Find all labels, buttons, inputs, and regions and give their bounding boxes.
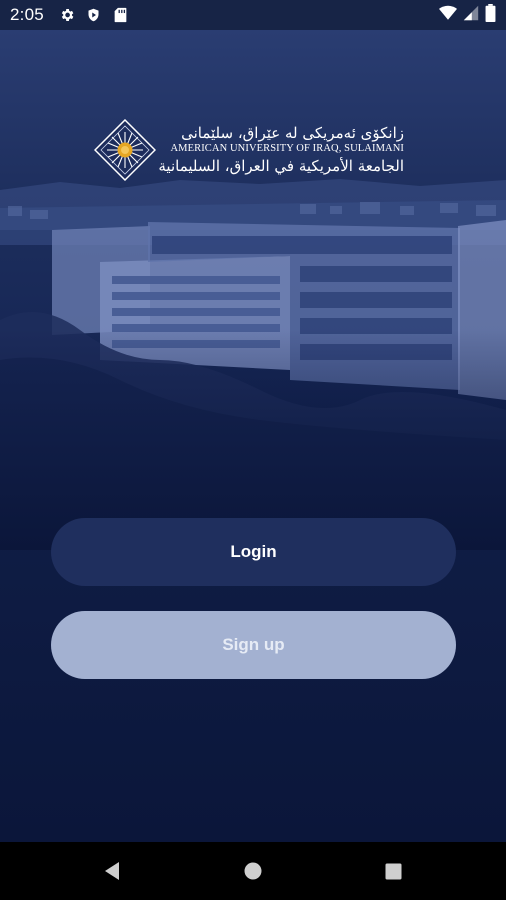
home-button[interactable] [223, 842, 283, 900]
welcome-screen: زانكۆی ئەمریكی لە عێراق، سلێمانی AMERICA… [0, 30, 506, 842]
status-right [439, 3, 496, 27]
logo-arabic-name: الجامعة الأمريكية في العراق، السليمانية [158, 157, 404, 175]
back-button[interactable] [82, 842, 142, 900]
battery-icon [485, 3, 496, 27]
shield-icon [85, 6, 103, 24]
campus-background-image [0, 179, 506, 550]
cell-signal-icon [463, 5, 479, 26]
recents-icon [385, 863, 401, 879]
status-bar: 2:05 [0, 0, 506, 30]
status-time: 2:05 [10, 5, 44, 24]
login-button[interactable]: Login [51, 518, 456, 586]
sd-card-icon [112, 6, 130, 24]
signup-button[interactable]: Sign up [51, 611, 456, 679]
university-logo: زانكۆی ئەمریكی لە عێراق، سلێمانی AMERICA… [94, 118, 406, 182]
logo-text: زانكۆی ئەمریكی لە عێراق، سلێمانی AMERICA… [158, 124, 404, 176]
settings-icon [58, 6, 76, 24]
back-icon [105, 862, 119, 880]
home-icon [244, 862, 262, 880]
logo-kurdish-name: زانكۆی ئەمریكی لە عێراق، سلێمانی [181, 124, 404, 142]
wifi-icon [439, 5, 457, 26]
logo-emblem-icon [94, 119, 156, 181]
navigation-bar [0, 842, 506, 900]
recents-button[interactable] [363, 842, 423, 900]
logo-english-name: AMERICAN UNIVERSITY OF IRAQ, SULAIMANI [170, 143, 404, 154]
